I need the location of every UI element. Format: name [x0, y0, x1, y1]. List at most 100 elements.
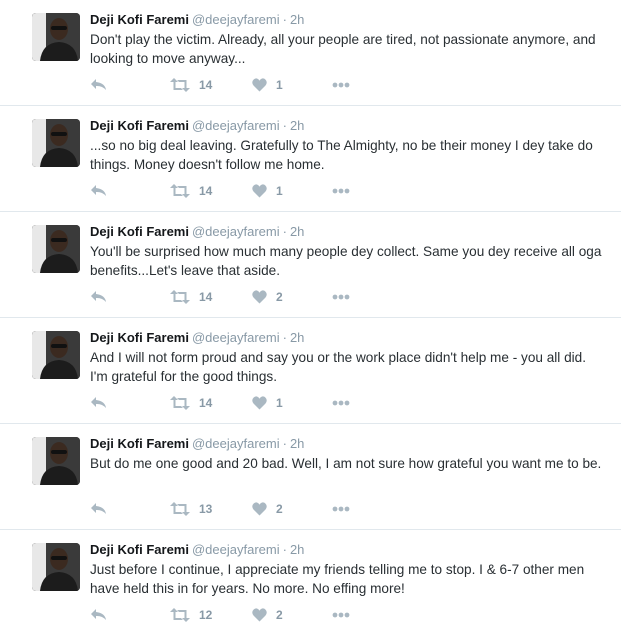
- reply-icon: [91, 185, 106, 196]
- author-handle[interactable]: @deejayfaremi: [192, 12, 280, 27]
- author-name[interactable]: Deji Kofi Faremi: [90, 12, 189, 27]
- avatar[interactable]: [32, 437, 80, 485]
- tweet[interactable]: Deji Kofi Faremi @deejayfaremi · 2h But do …: [0, 424, 621, 530]
- tweet[interactable]: Deji Kofi Faremi @deejayfaremi · 2h You'll …: [0, 212, 621, 318]
- avatar[interactable]: [32, 13, 80, 61]
- tweet-header: Deji Kofi Faremi @deejayfaremi · 2h: [90, 436, 304, 452]
- avatar[interactable]: [32, 225, 80, 273]
- tweet-text: But do me one good and 20 bad. Well, I a…: [90, 456, 602, 471]
- more-button[interactable]: [332, 394, 350, 412]
- like-count: 1: [276, 78, 283, 92]
- tweet-text: And I will not form proud and say you or…: [90, 350, 587, 384]
- more-button[interactable]: [332, 182, 350, 200]
- more-button[interactable]: [332, 76, 350, 94]
- heart-icon: [252, 608, 267, 622]
- author-handle[interactable]: @deejayfaremi: [192, 118, 280, 133]
- retweet-button[interactable]: 13: [170, 500, 212, 518]
- timestamp[interactable]: 2h: [290, 118, 304, 133]
- tweet-actions: 13 2: [90, 500, 390, 518]
- more-icon: [332, 400, 350, 406]
- avatar[interactable]: [32, 543, 80, 591]
- retweet-button[interactable]: 12: [170, 606, 212, 624]
- author-name[interactable]: Deji Kofi Faremi: [90, 542, 189, 557]
- avatar[interactable]: [32, 119, 80, 167]
- retweet-icon: [170, 290, 190, 304]
- author-handle[interactable]: @deejayfaremi: [192, 224, 280, 239]
- tweet[interactable]: Deji Kofi Faremi @deejayfaremi · 2h And I w…: [0, 318, 621, 424]
- more-button[interactable]: [332, 288, 350, 306]
- author-handle[interactable]: @deejayfaremi: [192, 330, 280, 345]
- tweet-actions: 14 1: [90, 182, 390, 200]
- like-button[interactable]: 1: [252, 394, 283, 412]
- retweet-icon: [170, 608, 190, 622]
- author-name[interactable]: Deji Kofi Faremi: [90, 436, 189, 451]
- retweet-count: 14: [199, 396, 213, 410]
- tweet-timeline: Deji Kofi Faremi @deejayfaremi · 2h Don't p…: [0, 0, 621, 635]
- retweet-button[interactable]: 14: [170, 76, 212, 94]
- more-icon: [332, 612, 350, 618]
- like-button[interactable]: 2: [252, 606, 283, 624]
- more-button[interactable]: [332, 606, 350, 624]
- tweet-text: Don't play the victim. Already, all your…: [90, 32, 596, 66]
- author-handle[interactable]: @deejayfaremi: [192, 542, 280, 557]
- like-button[interactable]: 2: [252, 500, 283, 518]
- tweet-actions: 14 1: [90, 76, 390, 94]
- more-button[interactable]: [332, 500, 350, 518]
- like-count: 1: [276, 184, 283, 198]
- like-count: 2: [276, 502, 283, 516]
- separator: ·: [282, 542, 287, 557]
- reply-icon: [91, 503, 106, 514]
- like-count: 2: [276, 608, 283, 622]
- timestamp[interactable]: 2h: [290, 224, 304, 239]
- like-button[interactable]: 1: [252, 76, 283, 94]
- tweet-header: Deji Kofi Faremi @deejayfaremi · 2h: [90, 224, 304, 240]
- tweet-header: Deji Kofi Faremi @deejayfaremi · 2h: [90, 330, 304, 346]
- tweet-actions: 14 1: [90, 394, 390, 412]
- reply-icon: [91, 609, 106, 620]
- reply-button[interactable]: [90, 500, 107, 518]
- like-count: 1: [276, 396, 283, 410]
- timestamp[interactable]: 2h: [290, 330, 304, 345]
- reply-button[interactable]: [90, 182, 107, 200]
- retweet-button[interactable]: 14: [170, 288, 212, 306]
- tweet-text: Just before I continue, I appreciate my …: [90, 562, 585, 596]
- heart-icon: [252, 502, 267, 516]
- like-button[interactable]: 1: [252, 182, 283, 200]
- timestamp[interactable]: 2h: [290, 542, 304, 557]
- tweet[interactable]: Deji Kofi Faremi @deejayfaremi · 2h Don't p…: [0, 0, 621, 106]
- retweet-button[interactable]: 14: [170, 394, 212, 412]
- timestamp[interactable]: 2h: [290, 12, 304, 27]
- separator: ·: [282, 436, 287, 451]
- tweet-header: Deji Kofi Faremi @deejayfaremi · 2h: [90, 12, 304, 28]
- avatar[interactable]: [32, 331, 80, 379]
- retweet-icon: [170, 78, 190, 92]
- tweet-text: You'll be surprised how much many people…: [90, 244, 602, 278]
- reply-button[interactable]: [90, 76, 107, 94]
- retweet-icon: [170, 502, 190, 516]
- author-handle[interactable]: @deejayfaremi: [192, 436, 280, 451]
- retweet-count: 14: [199, 78, 213, 92]
- reply-icon: [91, 79, 106, 90]
- heart-icon: [252, 396, 267, 410]
- like-count: 2: [276, 290, 283, 304]
- reply-button[interactable]: [90, 606, 107, 624]
- author-name[interactable]: Deji Kofi Faremi: [90, 118, 189, 133]
- tweet-actions: 14 2: [90, 288, 390, 306]
- retweet-count: 13: [199, 502, 213, 516]
- retweet-count: 12: [199, 608, 213, 622]
- tweet[interactable]: Deji Kofi Faremi @deejayfaremi · 2h Just be…: [0, 530, 621, 635]
- reply-button[interactable]: [90, 394, 107, 412]
- tweet[interactable]: Deji Kofi Faremi @deejayfaremi · 2h ...so n…: [0, 106, 621, 212]
- retweet-count: 14: [199, 290, 213, 304]
- tweet-header: Deji Kofi Faremi @deejayfaremi · 2h: [90, 542, 304, 558]
- retweet-button[interactable]: 14: [170, 182, 212, 200]
- separator: ·: [282, 224, 287, 239]
- separator: ·: [282, 118, 287, 133]
- reply-button[interactable]: [90, 288, 107, 306]
- retweet-icon: [170, 396, 190, 410]
- author-name[interactable]: Deji Kofi Faremi: [90, 224, 189, 239]
- timestamp[interactable]: 2h: [290, 436, 304, 451]
- like-button[interactable]: 2: [252, 288, 283, 306]
- author-name[interactable]: Deji Kofi Faremi: [90, 330, 189, 345]
- heart-icon: [252, 78, 267, 92]
